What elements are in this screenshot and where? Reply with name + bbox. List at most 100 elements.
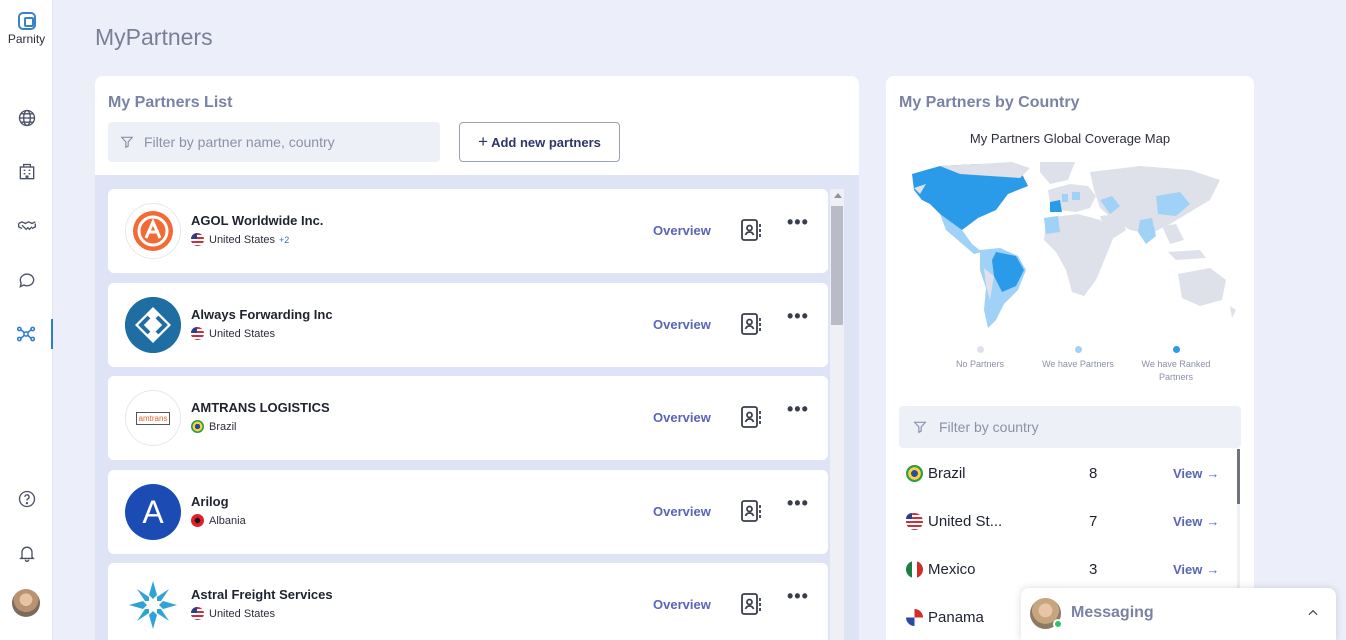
messaging-label: Messaging [1071,604,1154,621]
country-view-link[interactable]: View → [1173,514,1219,529]
more-options-icon[interactable]: ••• [787,587,809,605]
chat-icon[interactable] [0,265,53,295]
partner-logo-text: A [142,493,164,530]
help-icon[interactable] [0,484,53,514]
partner-name: Arilog [191,494,229,509]
globe-icon[interactable] [0,103,53,133]
country-view-label: View [1173,561,1203,577]
country-filter-input[interactable] [939,419,1219,435]
page-title: MyPartners [95,24,213,50]
partner-country: Albania [191,514,246,527]
partner-card[interactable]: amtrans AMTRANS LOGISTICS Brazil Overvie… [108,376,828,460]
partner-card[interactable]: Astral Freight Services United States Ov… [108,563,828,640]
partner-country: United States [191,607,275,620]
contact-book-icon[interactable] [739,312,763,336]
overview-link[interactable]: Overview [653,317,711,332]
legend-dot [1172,346,1180,353]
partner-country-name: United States [209,607,276,620]
albania-flag-icon [191,514,204,527]
legend-ranked-partners: We have Ranked Partners [1126,346,1226,384]
network-icon[interactable] [0,319,53,349]
contact-book-icon[interactable] [739,218,763,242]
partner-country: United States [191,327,275,340]
filter-icon [120,136,134,149]
app-logo[interactable]: Parnity [0,12,53,46]
legend-label: We have Partners [1042,359,1114,369]
more-options-icon[interactable]: ••• [787,400,809,418]
partner-card[interactable]: AGOL Worldwide Inc. United States +2 Ove… [108,189,828,273]
more-options-icon[interactable]: ••• [787,307,809,325]
overview-link[interactable]: Overview [653,597,711,612]
partner-filter-field[interactable] [108,122,440,162]
bell-icon[interactable] [0,538,53,568]
country-view-label: View [1173,513,1203,529]
country-name: Brazil [928,464,966,482]
more-options-icon[interactable]: ••• [787,213,809,231]
country-partner-count: 3 [1089,560,1098,578]
scroll-up-icon[interactable] [834,193,842,198]
contact-book-icon[interactable] [739,405,763,429]
partners-list-title: My Partners List [108,94,233,111]
legend-label: No Partners [955,359,1005,369]
partner-name: AGOL Worldwide Inc. [191,213,324,228]
partner-logo [125,203,181,259]
partner-card[interactable]: Always Forwarding Inc United States Over… [108,283,828,367]
sidebar: Parnity [0,0,53,640]
country-view-link[interactable]: View → [1173,562,1219,577]
overview-link[interactable]: Overview [653,223,711,238]
country-view-link[interactable]: View → [1173,466,1219,481]
building-icon[interactable] [0,157,53,187]
brazil-flag-icon [191,420,204,433]
handshake-icon[interactable] [0,211,53,241]
country-filter-field[interactable] [899,406,1241,448]
partner-country-name: United States [209,327,276,340]
us-flag-icon [191,607,204,620]
partner-name: AMTRANS LOGISTICS [191,400,330,415]
partner-country: United States +2 [191,233,289,246]
partner-country-name: United States [209,233,276,246]
filter-icon [913,421,927,434]
more-options-icon[interactable]: ••• [787,494,809,512]
add-new-partners-label: Add new partners [491,134,601,150]
plus-icon: + [478,132,489,151]
partner-country: Brazil [191,420,237,433]
messaging-widget[interactable]: Messaging [1021,588,1336,640]
partner-country-name: Brazil [209,420,237,433]
us-flag-icon [191,233,204,246]
chevron-up-icon[interactable] [1306,606,1320,620]
extra-countries-count[interactable]: +2 [279,235,289,245]
partner-card[interactable]: A Arilog Albania Overview ••• [108,470,828,554]
country-scrollbar-thumb[interactable] [1237,449,1240,504]
partners-list-panel: My Partners List + Add new partners AGOL… [95,76,859,640]
partners-scrollbar-thumb[interactable] [831,206,843,325]
country-row: United St... 7 View → [906,506,1236,536]
partners-by-country-title: My Partners by Country [899,94,1080,111]
partner-logo-text: amtrans [135,411,171,425]
world-coverage-map[interactable] [900,160,1240,338]
legend-have-partners: We have Partners [1028,346,1128,371]
user-avatar[interactable] [12,589,40,617]
partner-logo [125,297,181,353]
partner-logo [125,577,181,633]
map-title: My Partners Global Coverage Map [969,131,1171,146]
partner-country-name: Albania [209,514,246,527]
contact-book-icon[interactable] [739,592,763,616]
legend-label: We have Ranked Partners [1141,359,1211,382]
partner-logo: A [125,484,181,540]
mexico-flag-icon [906,560,923,578]
overview-link[interactable]: Overview [653,504,711,519]
overview-link[interactable]: Overview [653,410,711,425]
country-name: Mexico [928,560,976,578]
brazil-flag-icon [906,464,923,482]
arrow-right-icon: → [1206,561,1220,577]
partner-filter-input[interactable] [144,134,424,150]
online-status-icon [1053,619,1063,629]
add-new-partners-button[interactable]: + Add new partners [459,122,620,162]
panama-flag-icon [906,608,923,626]
logo-mark-icon [17,12,36,30]
partner-logo: amtrans [125,390,181,446]
partners-list: AGOL Worldwide Inc. United States +2 Ove… [95,175,859,640]
legend-no-partners: No Partners [930,346,1030,371]
country-partner-count: 7 [1089,512,1098,530]
contact-book-icon[interactable] [739,499,763,523]
